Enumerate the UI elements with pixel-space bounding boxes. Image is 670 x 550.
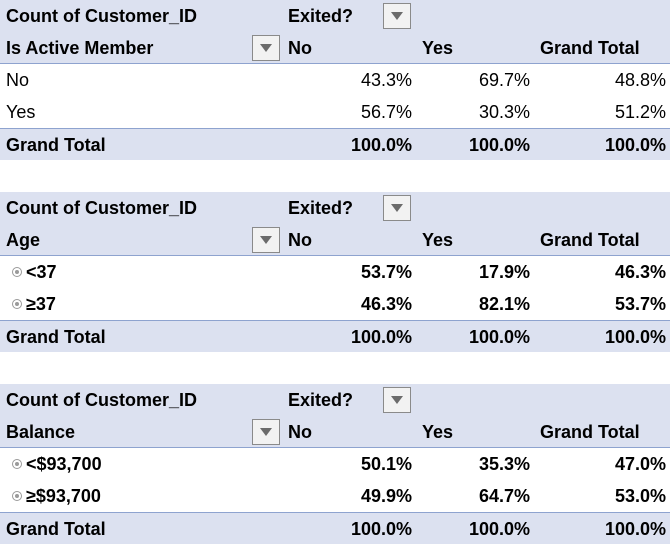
- grand-total-row: Grand Total 100.0% 100.0% 100.0%: [0, 128, 670, 160]
- value-cell: 35.3%: [478, 454, 530, 474]
- row-label-text: Yes: [6, 102, 36, 122]
- value-cell: 53.7%: [614, 294, 666, 314]
- pivot-table: Count of Customer_ID Exited? Is Active Mem…: [0, 0, 670, 160]
- grand-total-value: 100.0%: [350, 327, 412, 347]
- pivot-header-row: Count of Customer_ID Exited?: [0, 192, 670, 224]
- row-label-text: ≥37: [26, 294, 56, 314]
- col-header-yes: Yes: [422, 422, 454, 442]
- col-header-no: No: [288, 230, 312, 250]
- grand-total-row: Grand Total 100.0% 100.0% 100.0%: [0, 512, 670, 544]
- value-cell: 64.7%: [478, 486, 530, 506]
- row-filter-button[interactable]: [252, 35, 280, 61]
- chevron-down-icon: [260, 44, 272, 52]
- table-row: ≥$93,700 49.9% 64.7% 53.0%: [0, 480, 670, 512]
- row-label-text: <37: [26, 262, 57, 282]
- pivot-column-headers: Age No Yes Grand Total: [0, 224, 670, 256]
- grand-total-value: 100.0%: [468, 135, 530, 155]
- column-field-label: Exited?: [288, 198, 354, 218]
- value-cell: 47.0%: [614, 454, 666, 474]
- value-cell: 30.3%: [478, 102, 530, 122]
- expand-collapse-icon[interactable]: [12, 459, 22, 469]
- measure-label: Count of Customer_ID: [6, 390, 197, 410]
- row-label[interactable]: ≥37: [12, 288, 56, 320]
- value-cell: 46.3%: [360, 294, 412, 314]
- chevron-down-icon: [391, 396, 403, 404]
- row-field-label: Is Active Member: [6, 38, 154, 58]
- grand-total-label: Grand Total: [6, 135, 106, 155]
- row-label[interactable]: ≥$93,700: [12, 480, 101, 512]
- chevron-down-icon: [391, 204, 403, 212]
- value-cell: 53.7%: [360, 262, 412, 282]
- row-filter-button[interactable]: [252, 227, 280, 253]
- measure-label: Count of Customer_ID: [6, 198, 197, 218]
- expand-collapse-icon[interactable]: [12, 267, 22, 277]
- pivot-header-row: Count of Customer_ID Exited?: [0, 384, 670, 416]
- value-cell: 48.8%: [614, 70, 666, 90]
- value-cell: 49.9%: [360, 486, 412, 506]
- col-header-grand-total: Grand Total: [540, 230, 640, 250]
- row-label-text: <$93,700: [26, 454, 102, 474]
- column-field-label: Exited?: [288, 6, 354, 26]
- column-filter-button[interactable]: [383, 3, 411, 29]
- chevron-down-icon: [260, 428, 272, 436]
- pivot-header-row: Count of Customer_ID Exited?: [0, 0, 670, 32]
- col-header-yes: Yes: [422, 230, 454, 250]
- chevron-down-icon: [391, 12, 403, 20]
- grand-total-label: Grand Total: [6, 519, 106, 539]
- value-cell: 53.0%: [614, 486, 666, 506]
- grand-total-value: 100.0%: [468, 327, 530, 347]
- col-header-yes: Yes: [422, 38, 454, 58]
- value-cell: 69.7%: [478, 70, 530, 90]
- column-filter-button[interactable]: [383, 387, 411, 413]
- expand-collapse-icon[interactable]: [12, 491, 22, 501]
- measure-label: Count of Customer_ID: [6, 6, 197, 26]
- row-label[interactable]: <$93,700: [12, 448, 102, 480]
- grand-total-value: 100.0%: [350, 519, 412, 539]
- row-label: No: [6, 64, 29, 96]
- col-header-grand-total: Grand Total: [540, 38, 640, 58]
- value-cell: 17.9%: [478, 262, 530, 282]
- col-header-no: No: [288, 422, 312, 442]
- pivot-table: Count of Customer_ID Exited? Balance No Yes G…: [0, 384, 670, 544]
- grand-total-value: 100.0%: [468, 519, 530, 539]
- grand-total-value: 100.0%: [604, 327, 666, 347]
- value-cell: 82.1%: [478, 294, 530, 314]
- row-label[interactable]: <37: [12, 256, 57, 288]
- grand-total-value: 100.0%: [604, 519, 666, 539]
- pivot-column-headers: Is Active Member No Yes Grand Total: [0, 32, 670, 64]
- table-row: <$93,700 50.1% 35.3% 47.0%: [0, 448, 670, 480]
- row-label-text: No: [6, 70, 30, 90]
- col-header-no: No: [288, 38, 312, 58]
- grand-total-value: 100.0%: [350, 135, 412, 155]
- table-row: No 43.3% 69.7% 48.8%: [0, 64, 670, 96]
- col-header-grand-total: Grand Total: [540, 422, 640, 442]
- row-label: Yes: [6, 96, 35, 128]
- grand-total-row: Grand Total 100.0% 100.0% 100.0%: [0, 320, 670, 352]
- table-row: Yes 56.7% 30.3% 51.2%: [0, 96, 670, 128]
- value-cell: 43.3%: [360, 70, 412, 90]
- table-row: <37 53.7% 17.9% 46.3%: [0, 256, 670, 288]
- row-field-label: Age: [6, 230, 41, 250]
- pivot-column-headers: Balance No Yes Grand Total: [0, 416, 670, 448]
- pivot-table: Count of Customer_ID Exited? Age No Yes Grand…: [0, 192, 670, 352]
- row-label-text: ≥$93,700: [26, 486, 101, 506]
- grand-total-label: Grand Total: [6, 327, 106, 347]
- value-cell: 50.1%: [360, 454, 412, 474]
- value-cell: 56.7%: [360, 102, 412, 122]
- value-cell: 51.2%: [614, 102, 666, 122]
- column-filter-button[interactable]: [383, 195, 411, 221]
- row-filter-button[interactable]: [252, 419, 280, 445]
- row-field-label: Balance: [6, 422, 76, 442]
- column-field-label: Exited?: [288, 390, 354, 410]
- grand-total-value: 100.0%: [604, 135, 666, 155]
- value-cell: 46.3%: [614, 262, 666, 282]
- table-row: ≥37 46.3% 82.1% 53.7%: [0, 288, 670, 320]
- expand-collapse-icon[interactable]: [12, 299, 22, 309]
- chevron-down-icon: [260, 236, 272, 244]
